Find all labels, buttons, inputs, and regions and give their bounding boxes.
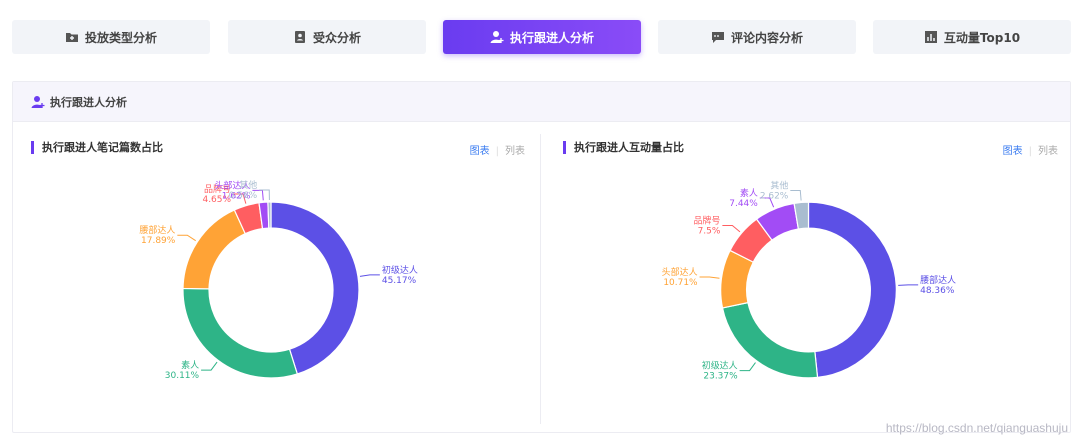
donut-chart-note-share: 初级达人45.17%素人30.11%腰部达人17.89%品牌号4.65%头部达人… [139, 179, 418, 381]
user-icon [490, 30, 504, 44]
view-toggle: 图表 | 列表 [469, 146, 525, 157]
donut-slice[interactable] [182, 209, 246, 290]
tab-label: 互动量Top10 [943, 30, 1021, 45]
bar-chart-icon [924, 30, 938, 44]
user-icon [31, 95, 45, 109]
contact-card-icon [293, 30, 307, 44]
tab-label: 投放类型分析 [84, 30, 157, 45]
slice-name-label: 其他 [770, 180, 788, 192]
slice-value-label: 30.11% [165, 371, 200, 381]
panel-title: 执行跟进人分析 [50, 95, 127, 109]
leader-line [699, 276, 720, 279]
slice-value-label: 7.44% [729, 199, 758, 209]
donut-slice[interactable] [182, 287, 299, 379]
tab-interaction-top10[interactable]: 互动量Top10 [873, 20, 1071, 54]
chart-card-interaction-share: 执行跟进人互动量占比 图表 | 列表 腰部达人 48.36% 初级达人 23.37% 头部达… [540, 134, 1072, 424]
view-toggle: 图表 | 列表 [1002, 146, 1058, 157]
analysis-panel: 执行跟进人分析 执行跟进人笔记篇数占比 图表 | 列表 初级达人 45.17% 素人 30… [12, 81, 1071, 433]
leader-line [259, 189, 270, 201]
chart-card-note-share: 执行跟进人笔记篇数占比 图表 | 列表 初级达人 45.17% 素人 30.11% 腰部达人… [13, 134, 539, 424]
slice-value-label: 23.37% [703, 372, 738, 382]
watermark-url: https://blog.csdn.net/qianguashuju [885, 421, 1068, 435]
view-chart-button[interactable]: 图表 [470, 146, 490, 157]
slice-value-label: 48.36% [920, 286, 955, 296]
folder-icon [65, 30, 79, 44]
tab-comment-content[interactable]: 评论内容分析 [658, 20, 856, 54]
leader-line [739, 362, 756, 372]
donut-slice[interactable] [807, 201, 897, 379]
view-chart-button[interactable]: 图表 [1003, 146, 1023, 157]
comment-icon [711, 30, 725, 44]
chart-title: 执行跟进人互动量占比 [563, 141, 684, 154]
leader-line [177, 234, 196, 242]
tab-label: 评论内容分析 [730, 30, 803, 45]
slice-value-label: 45.17% [382, 276, 417, 286]
leader-line [790, 190, 802, 201]
donut-slice[interactable] [267, 201, 272, 229]
slice-value-label: 17.89% [141, 236, 176, 246]
slice-name-label: 腰部达人 [139, 224, 175, 236]
slice-value-label: 7.5% [698, 226, 721, 236]
slice-name-label: 腰部达人 [920, 274, 956, 286]
slice-value-label: 0.56% [229, 191, 258, 201]
leader-line [722, 224, 741, 233]
panel-header: 执行跟进人分析 [13, 82, 1070, 122]
view-list-button[interactable]: 列表 [505, 146, 525, 157]
slice-name-label: 头部达人 [662, 266, 698, 278]
slice-name-label: 素人 [181, 359, 199, 371]
slice-name-label: 其他 [239, 179, 257, 191]
tab-label: 受众分析 [312, 30, 361, 45]
view-list-button[interactable]: 列表 [1038, 146, 1058, 157]
tab-label: 执行跟进人分析 [509, 30, 594, 45]
leader-line [898, 284, 919, 286]
tab-bar: 投放类型分析 受众分析 执行跟进人分析 评论内容分析 互动量Top10 [12, 20, 1080, 54]
slice-name-label: 初级达人 [702, 360, 738, 372]
tab-audience[interactable]: 受众分析 [228, 20, 426, 54]
leader-line [359, 274, 380, 277]
leader-line [201, 361, 218, 371]
donut-slice[interactable] [270, 201, 360, 375]
tab-follow-up-person[interactable]: 执行跟进人分析 [443, 20, 641, 54]
slice-name-label: 初级达人 [382, 264, 418, 276]
tab-delivery-type[interactable]: 投放类型分析 [12, 20, 210, 54]
slice-value-label: 2.62% [760, 192, 789, 202]
slice-name-label: 品牌号 [693, 214, 720, 226]
chart-title: 执行跟进人笔记篇数占比 [31, 141, 163, 154]
donut-chart-interaction-share: 腰部达人48.36% 初级达人23.37% 头部达人10.71% 品牌号7.5% 素人7… [662, 180, 956, 382]
slice-value-label: 10.71% [663, 278, 698, 288]
slice-name-label: 素人 [740, 187, 758, 199]
